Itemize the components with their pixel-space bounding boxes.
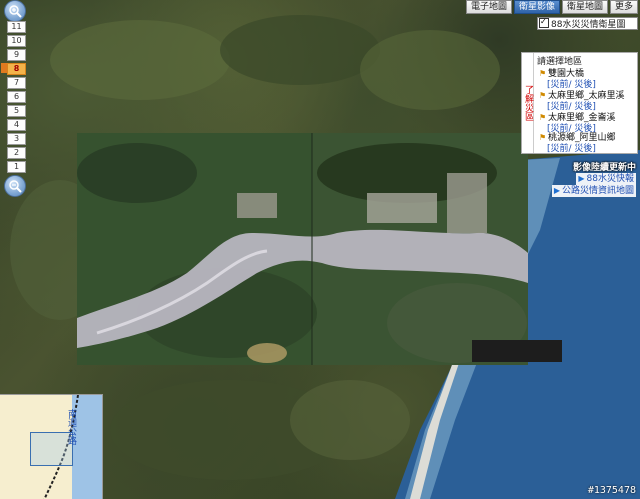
pin-icon: ⚑ bbox=[539, 69, 547, 78]
flood-report-label: 88水災快報 bbox=[586, 174, 634, 184]
zoom-level-10[interactable]: 10 bbox=[7, 35, 26, 47]
tab-electronic-map[interactable]: 電子地圖 bbox=[465, 0, 512, 14]
road-label: 南迴公路 bbox=[66, 409, 76, 445]
checkbox-icon[interactable] bbox=[539, 16, 549, 28]
zoom-level-1[interactable]: 1 bbox=[7, 161, 26, 173]
zoom-level-9[interactable]: 9 bbox=[7, 49, 26, 61]
region-select-panel: 了解災區 請選擇地區 ⚑ 雙園大橋 [災前/ 災後] ⚑ 太麻里鄉_太麻里溪 [災前… bbox=[521, 52, 638, 154]
image-id-watermark: #1375478 bbox=[587, 485, 636, 496]
zoom-level-11[interactable]: 11 bbox=[7, 21, 26, 33]
updating-notice: 影像陸續更新中 bbox=[572, 163, 636, 173]
zoom-out-button[interactable] bbox=[4, 175, 26, 197]
zoom-level-4[interactable]: 4 bbox=[7, 119, 26, 131]
triangle-icon: ▶ bbox=[553, 186, 560, 195]
pin-icon: ⚑ bbox=[539, 91, 547, 100]
zoom-control: 11 10 9 8 7 6 5 4 3 2 1 bbox=[0, 0, 30, 197]
pin-icon: ⚑ bbox=[539, 133, 547, 142]
magnifier-plus-icon bbox=[9, 5, 22, 18]
zoom-level-3[interactable]: 3 bbox=[7, 133, 26, 145]
zoom-level-7[interactable]: 7 bbox=[7, 77, 26, 89]
tab-satellite-image[interactable]: 衛星影像 bbox=[513, 0, 560, 14]
zoom-level-6[interactable]: 6 bbox=[7, 91, 26, 103]
imagery-edge bbox=[472, 340, 562, 362]
flood-overlay-label: 88水災災情衛星圖 bbox=[551, 20, 626, 30]
triangle-icon: ▶ bbox=[578, 174, 585, 183]
magnifier-minus-icon bbox=[9, 180, 22, 193]
flood-report-link[interactable]: ▶ 88水災快報 bbox=[576, 173, 636, 185]
road-map-link[interactable]: ▶ 公路災情資訊地圖 bbox=[551, 185, 636, 197]
pin-icon: ⚑ bbox=[539, 113, 547, 122]
zoom-in-button[interactable] bbox=[4, 0, 26, 22]
understand-disaster-tab[interactable]: 了解災區 bbox=[522, 53, 534, 153]
disaster-imagery-overlay bbox=[77, 133, 528, 365]
overview-map[interactable]: 南迴公路 bbox=[0, 394, 103, 499]
tab-satellite-map[interactable]: 衛星地圖 bbox=[561, 0, 608, 14]
map-type-tabs: 電子地圖 衛星影像 衛星地圖 更多 bbox=[465, 0, 638, 14]
zoom-level-8-current[interactable]: 8 bbox=[7, 63, 26, 75]
zoom-level-5[interactable]: 5 bbox=[7, 105, 26, 117]
flood-overlay-toggle[interactable]: 88水災災情衛星圖 bbox=[537, 16, 638, 30]
zoom-level-2[interactable]: 2 bbox=[7, 147, 26, 159]
before-after-links[interactable]: [災前/ 災後] bbox=[547, 141, 596, 154]
road-map-label: 公路災情資訊地圖 bbox=[561, 186, 634, 196]
tab-more[interactable]: 更多 bbox=[609, 0, 638, 14]
